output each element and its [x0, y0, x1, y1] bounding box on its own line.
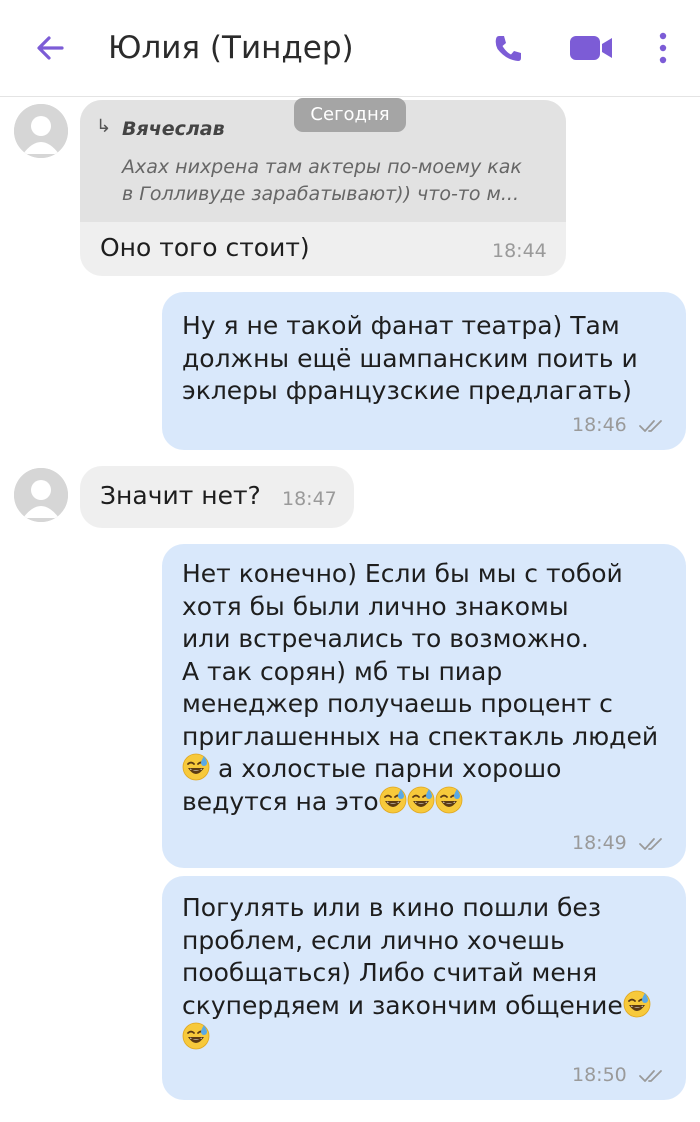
grinning-sweat-emoji: [182, 753, 210, 781]
chat-header: Юлия (Тиндер): [0, 0, 700, 97]
message-time: 18:46: [572, 414, 627, 436]
message-text: Значит нет?: [100, 481, 261, 510]
message-time: 18:50: [572, 1064, 627, 1086]
message-text: Погулять или в кино пошли без проблем, е…: [182, 892, 651, 1055]
back-arrow-icon[interactable]: [30, 28, 70, 68]
message-time: 18:49: [572, 832, 627, 854]
grinning-sweat-emoji: [435, 786, 463, 814]
message-text: Нет конечно) Если бы мы с тобой хотя бы …: [182, 559, 659, 816]
grinning-sweat-emoji: [182, 1022, 210, 1050]
grinning-sweat-emoji: [407, 786, 435, 814]
message-text: Ну я не такой фанат театра) Там должны е…: [182, 311, 638, 405]
date-separator: Сегодня: [294, 98, 406, 132]
quote-text: Ахах нихрена там актеры по-моему как в Г…: [122, 156, 522, 205]
message-time: 18:44: [492, 240, 547, 262]
message-text: Оно того стоит): [100, 233, 310, 262]
reply-arrow-icon: ↳: [96, 116, 112, 137]
grinning-sweat-emoji: [623, 990, 651, 1018]
chat-title[interactable]: Юлия (Тиндер): [108, 28, 354, 68]
phone-icon[interactable]: [488, 28, 528, 68]
read-checkmarks-icon: [639, 838, 662, 850]
grinning-sweat-emoji: [379, 786, 407, 814]
avatar[interactable]: [14, 104, 68, 158]
more-vertical-icon[interactable]: [652, 28, 674, 68]
read-checkmarks-icon: [639, 1070, 662, 1082]
quote-author: Вячеслав: [122, 118, 225, 140]
video-camera-icon[interactable]: [566, 28, 616, 68]
read-checkmarks-icon: [639, 420, 662, 432]
message-time: 18:47: [282, 488, 337, 510]
avatar[interactable]: [14, 468, 68, 522]
